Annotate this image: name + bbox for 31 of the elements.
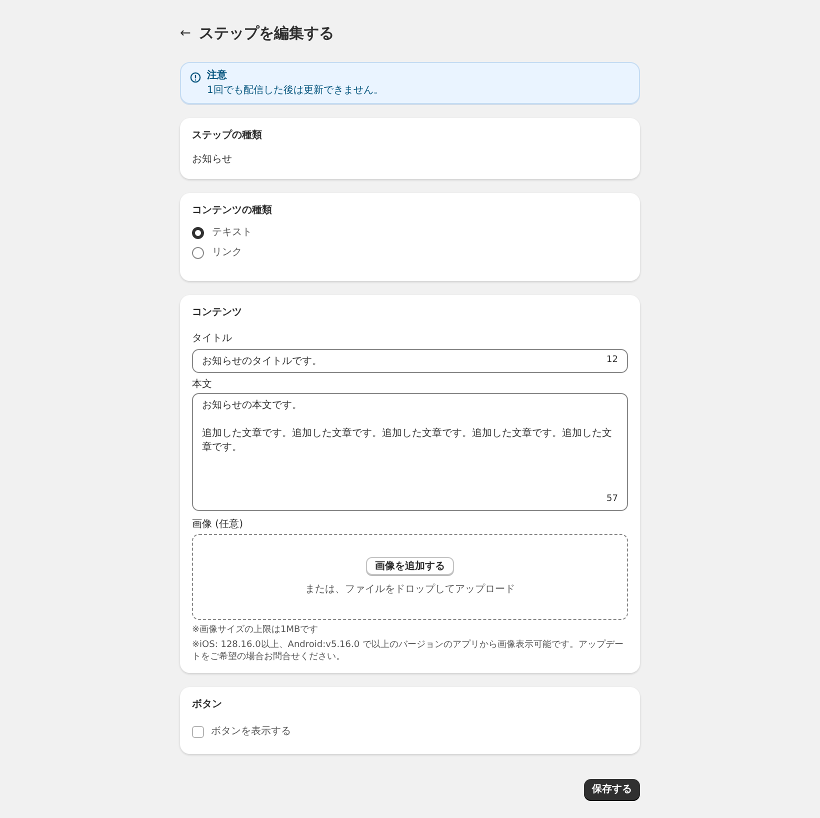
radio-button[interactable] bbox=[192, 227, 204, 239]
page-title: ステップを編集する bbox=[198, 22, 334, 44]
note-text: ※iOS: 128.16.0以上、Android:v5.16.0 で以上のバージョンのアプリから画像表示可能です。アップデートをご希望の場合お問合せください。 bbox=[192, 639, 624, 663]
field-label: 本文 bbox=[192, 379, 213, 391]
radio-button[interactable] bbox=[192, 247, 204, 259]
checkbox-label[interactable]: ボタンを表示する bbox=[211, 724, 291, 739]
notice-title: 注意 bbox=[207, 70, 228, 82]
image-drop-zone[interactable]: 画像を追加する または、ファイルをドロップしてアップロード bbox=[192, 534, 628, 620]
info-icon bbox=[190, 72, 201, 83]
section-heading: コンテンツ bbox=[192, 307, 243, 319]
character-count: 12 bbox=[606, 354, 618, 368]
body-paragraph: お知らせの本文です。 bbox=[202, 399, 303, 413]
radio-label[interactable]: テキスト bbox=[212, 227, 252, 239]
note-text: ※画像サイズの上限は1MBです bbox=[192, 624, 320, 636]
add-image-button[interactable]: 画像を追加する bbox=[366, 557, 454, 575]
field-label: 画像 (任意) bbox=[192, 519, 244, 531]
body-paragraph: 追加した文章です。追加した文章です。追加した文章です。追加した文章です。追加した文章です。 bbox=[202, 427, 613, 455]
character-count: 57 bbox=[606, 492, 618, 506]
section-heading: ステップの種類 bbox=[192, 130, 263, 142]
radio-label[interactable]: リンク bbox=[212, 247, 242, 259]
save-button[interactable]: 保存する bbox=[584, 779, 640, 800]
step-type-value: お知らせ bbox=[192, 154, 233, 166]
back-icon[interactable]: ← bbox=[180, 26, 191, 40]
body-field[interactable]: お知らせの本文です。 追加した文章です。追加した文章です。追加した文章です。追加した文章です。追加した文章です。 57 bbox=[192, 393, 628, 511]
drop-hint: または、ファイルをドロップしてアップロード bbox=[305, 582, 515, 597]
title-field[interactable]: お知らせのタイトルです。 12 bbox=[192, 349, 628, 373]
notice-message: 1回でも配信した後は更新できません。 bbox=[207, 85, 384, 97]
field-label: タイトル bbox=[192, 333, 233, 345]
checkbox[interactable] bbox=[192, 726, 204, 738]
section-heading: コンテンツの種類 bbox=[192, 205, 273, 217]
section-heading: ボタン bbox=[192, 699, 223, 711]
